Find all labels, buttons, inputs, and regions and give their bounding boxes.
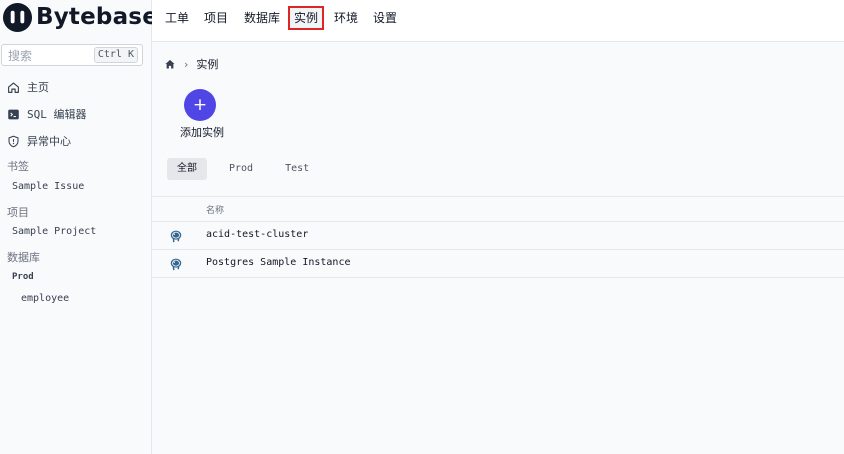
tab-databases[interactable]: 数据库: [240, 8, 284, 28]
shield-icon: [8, 135, 19, 147]
sidebar: Bytebase 搜索 Ctrl K 主页 SQL 编辑器 异常中心 书签 Sa…: [0, 0, 158, 454]
tab-environments[interactable]: 环境: [330, 8, 362, 28]
tab-settings[interactable]: 设置: [369, 8, 401, 28]
project-item[interactable]: Sample Project: [12, 226, 96, 237]
tab-projects[interactable]: 项目: [200, 8, 232, 28]
plus-icon: +: [192, 94, 208, 115]
postgres-icon: [170, 258, 182, 271]
table-row[interactable]: acid-test-cluster: [152, 222, 844, 250]
environment-filter-tabs: 全部 Prod Test: [167, 158, 331, 180]
main-content: › 实例 + 添加实例 全部 Prod Test 名称 acid-test-cl…: [152, 42, 844, 454]
home-icon: [8, 81, 19, 93]
add-instance-label[interactable]: 添加实例: [180, 124, 224, 140]
section-bookmarks-title: 书签: [7, 160, 29, 173]
database-env-label[interactable]: Prod: [12, 272, 34, 282]
sidebar-item-label: 主页: [27, 81, 49, 94]
search-input[interactable]: 搜索 Ctrl K: [1, 44, 143, 66]
search-placeholder: 搜索: [8, 48, 33, 63]
sidebar-item-sql-editor[interactable]: SQL 编辑器: [7, 105, 87, 123]
instance-name[interactable]: Postgres Sample Instance: [206, 257, 351, 268]
logo[interactable]: Bytebase: [2, 1, 158, 33]
add-instance-button[interactable]: +: [184, 89, 216, 121]
sidebar-item-anomaly-center[interactable]: 异常中心: [7, 132, 71, 150]
tab-instances[interactable]: 实例: [287, 6, 325, 30]
section-projects-title: 项目: [7, 206, 29, 219]
sidebar-item-home[interactable]: 主页: [7, 78, 49, 96]
database-item[interactable]: employee: [21, 293, 69, 304]
breadcrumb: › 实例: [164, 56, 218, 72]
column-header-name: 名称: [206, 206, 225, 216]
filter-tab-all[interactable]: 全部: [167, 158, 207, 180]
table-row[interactable]: Postgres Sample Instance: [152, 250, 844, 278]
top-nav: 工单 项目 数据库 实例 环境 设置: [152, 0, 844, 42]
bytebase-logo-icon: [2, 2, 33, 32]
tab-issues[interactable]: 工单: [161, 8, 193, 28]
terminal-icon: [8, 109, 19, 119]
bookmark-item[interactable]: Sample Issue: [12, 181, 84, 192]
chevron-right-icon: ›: [184, 57, 189, 71]
home-icon[interactable]: [164, 58, 176, 70]
instance-name[interactable]: acid-test-cluster: [206, 229, 308, 240]
table-header: 名称: [152, 197, 844, 222]
filter-tab-test[interactable]: Test: [275, 158, 319, 180]
filter-tab-prod[interactable]: Prod: [219, 158, 263, 180]
breadcrumb-current: 实例: [196, 58, 219, 71]
section-databases-title: 数据库: [7, 251, 40, 264]
app-name: Bytebase: [36, 4, 158, 30]
postgres-icon: [170, 230, 182, 243]
sidebar-item-label: SQL 编辑器: [27, 108, 87, 121]
instance-table: 名称 acid-test-cluster Postgres Sample Ins…: [152, 196, 844, 278]
search-shortcut-badge: Ctrl K: [93, 47, 138, 63]
sidebar-item-label: 异常中心: [27, 135, 71, 148]
